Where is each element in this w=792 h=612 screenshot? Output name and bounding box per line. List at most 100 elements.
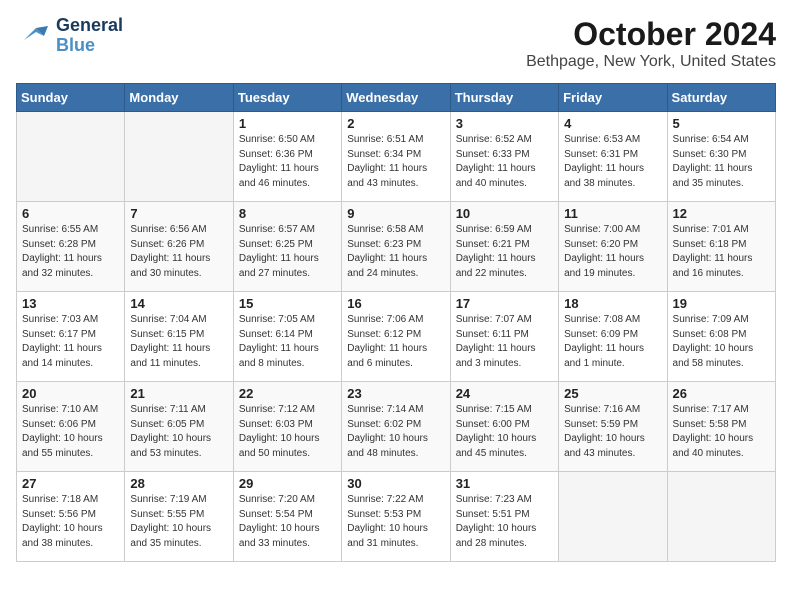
day-number: 11 — [564, 206, 661, 221]
logo: General Blue — [16, 16, 123, 56]
location-title: Bethpage, New York, United States — [526, 53, 776, 71]
day-number: 9 — [347, 206, 444, 221]
logo-icon — [16, 18, 52, 54]
calendar-day-cell: 30 Sunrise: 7:22 AM Sunset: 5:53 PM Dayli… — [342, 472, 450, 562]
day-info: Sunrise: 6:59 AM Sunset: 6:21 PM Dayligh… — [456, 223, 553, 281]
calendar-week-row: 1 Sunrise: 6:50 AM Sunset: 6:36 PM Daylig… — [17, 112, 776, 202]
month-title: October 2024 — [526, 16, 776, 53]
day-info: Sunrise: 7:23 AM Sunset: 5:51 PM Dayligh… — [456, 493, 553, 551]
calendar-week-row: 27 Sunrise: 7:18 AM Sunset: 5:56 PM Dayli… — [17, 472, 776, 562]
day-number: 6 — [22, 206, 119, 221]
calendar-day-cell: 5 Sunrise: 6:54 AM Sunset: 6:30 PM Daylig… — [667, 112, 775, 202]
day-number: 19 — [673, 296, 770, 311]
day-number: 4 — [564, 116, 661, 131]
day-number: 20 — [22, 386, 119, 401]
day-number: 5 — [673, 116, 770, 131]
weekday-header: Tuesday — [233, 84, 341, 112]
day-number: 24 — [456, 386, 553, 401]
weekday-header: Sunday — [17, 84, 125, 112]
day-info: Sunrise: 7:19 AM Sunset: 5:55 PM Dayligh… — [130, 493, 227, 551]
day-number: 27 — [22, 476, 119, 491]
weekday-header: Wednesday — [342, 84, 450, 112]
calendar-week-row: 6 Sunrise: 6:55 AM Sunset: 6:28 PM Daylig… — [17, 202, 776, 292]
day-info: Sunrise: 7:03 AM Sunset: 6:17 PM Dayligh… — [22, 313, 119, 371]
calendar-day-cell: 21 Sunrise: 7:11 AM Sunset: 6:05 PM Dayli… — [125, 382, 233, 472]
calendar-day-cell: 14Sunrise: 7:04 AM Sunset: 6:15 PM Dayli… — [125, 292, 233, 382]
day-number: 8 — [239, 206, 336, 221]
calendar-day-cell: 26 Sunrise: 7:17 AM Sunset: 5:58 PM Dayli… — [667, 382, 775, 472]
calendar-day-cell: 15Sunrise: 7:05 AM Sunset: 6:14 PM Dayli… — [233, 292, 341, 382]
day-number: 1 — [239, 116, 336, 131]
day-number: 30 — [347, 476, 444, 491]
calendar-day-cell: 11Sunrise: 7:00 AM Sunset: 6:20 PM Dayli… — [559, 202, 667, 292]
weekday-header: Thursday — [450, 84, 558, 112]
day-info: Sunrise: 7:18 AM Sunset: 5:56 PM Dayligh… — [22, 493, 119, 551]
day-number: 17 — [456, 296, 553, 311]
day-info: Sunrise: 7:05 AM Sunset: 6:14 PM Dayligh… — [239, 313, 336, 371]
calendar-day-cell: 4 Sunrise: 6:53 AM Sunset: 6:31 PM Daylig… — [559, 112, 667, 202]
calendar-day-cell: 13Sunrise: 7:03 AM Sunset: 6:17 PM Dayli… — [17, 292, 125, 382]
day-number: 31 — [456, 476, 553, 491]
day-number: 22 — [239, 386, 336, 401]
weekday-header: Monday — [125, 84, 233, 112]
day-info: Sunrise: 7:12 AM Sunset: 6:03 PM Dayligh… — [239, 403, 336, 461]
day-info: Sunrise: 6:58 AM Sunset: 6:23 PM Dayligh… — [347, 223, 444, 281]
calendar-day-cell — [559, 472, 667, 562]
day-number: 7 — [130, 206, 227, 221]
day-number: 28 — [130, 476, 227, 491]
day-number: 10 — [456, 206, 553, 221]
calendar-day-cell: 31 Sunrise: 7:23 AM Sunset: 5:51 PM Dayli… — [450, 472, 558, 562]
calendar-day-cell: 2 Sunrise: 6:51 AM Sunset: 6:34 PM Daylig… — [342, 112, 450, 202]
calendar-header-row: SundayMondayTuesdayWednesdayThursdayFrid… — [17, 84, 776, 112]
logo-text: General Blue — [56, 16, 123, 56]
day-info: Sunrise: 7:07 AM Sunset: 6:11 PM Dayligh… — [456, 313, 553, 371]
weekday-header: Saturday — [667, 84, 775, 112]
calendar-day-cell: 17 Sunrise: 7:07 AM Sunset: 6:11 PM Dayli… — [450, 292, 558, 382]
calendar-day-cell: 23 Sunrise: 7:14 AM Sunset: 6:02 PM Dayli… — [342, 382, 450, 472]
calendar-day-cell: 19Sunrise: 7:09 AM Sunset: 6:08 PM Dayli… — [667, 292, 775, 382]
day-number: 23 — [347, 386, 444, 401]
calendar-day-cell: 20Sunrise: 7:10 AM Sunset: 6:06 PM Dayli… — [17, 382, 125, 472]
calendar-day-cell: 10 Sunrise: 6:59 AM Sunset: 6:21 PM Dayli… — [450, 202, 558, 292]
page-header: General Blue October 2024 Bethpage, New … — [16, 16, 776, 71]
calendar-day-cell: 18Sunrise: 7:08 AM Sunset: 6:09 PM Dayli… — [559, 292, 667, 382]
calendar-day-cell: 22 Sunrise: 7:12 AM Sunset: 6:03 PM Dayli… — [233, 382, 341, 472]
calendar-day-cell — [125, 112, 233, 202]
day-info: Sunrise: 6:53 AM Sunset: 6:31 PM Dayligh… — [564, 133, 661, 191]
calendar-day-cell: 16 Sunrise: 7:06 AM Sunset: 6:12 PM Dayli… — [342, 292, 450, 382]
calendar-day-cell: 7 Sunrise: 6:56 AM Sunset: 6:26 PM Daylig… — [125, 202, 233, 292]
day-number: 3 — [456, 116, 553, 131]
day-number: 16 — [347, 296, 444, 311]
calendar-table: SundayMondayTuesdayWednesdayThursdayFrid… — [16, 83, 776, 562]
day-info: Sunrise: 6:51 AM Sunset: 6:34 PM Dayligh… — [347, 133, 444, 191]
calendar-week-row: 20Sunrise: 7:10 AM Sunset: 6:06 PM Dayli… — [17, 382, 776, 472]
day-info: Sunrise: 6:54 AM Sunset: 6:30 PM Dayligh… — [673, 133, 770, 191]
day-info: Sunrise: 7:14 AM Sunset: 6:02 PM Dayligh… — [347, 403, 444, 461]
day-number: 2 — [347, 116, 444, 131]
day-info: Sunrise: 7:16 AM Sunset: 5:59 PM Dayligh… — [564, 403, 661, 461]
weekday-header: Friday — [559, 84, 667, 112]
day-number: 29 — [239, 476, 336, 491]
day-number: 25 — [564, 386, 661, 401]
calendar-day-cell: 24Sunrise: 7:15 AM Sunset: 6:00 PM Dayli… — [450, 382, 558, 472]
day-info: Sunrise: 7:06 AM Sunset: 6:12 PM Dayligh… — [347, 313, 444, 371]
day-info: Sunrise: 6:55 AM Sunset: 6:28 PM Dayligh… — [22, 223, 119, 281]
calendar-day-cell: 29Sunrise: 7:20 AM Sunset: 5:54 PM Dayli… — [233, 472, 341, 562]
calendar-day-cell: 1 Sunrise: 6:50 AM Sunset: 6:36 PM Daylig… — [233, 112, 341, 202]
day-info: Sunrise: 7:22 AM Sunset: 5:53 PM Dayligh… — [347, 493, 444, 551]
day-info: Sunrise: 7:17 AM Sunset: 5:58 PM Dayligh… — [673, 403, 770, 461]
calendar-day-cell — [17, 112, 125, 202]
day-number: 26 — [673, 386, 770, 401]
calendar-day-cell: 28 Sunrise: 7:19 AM Sunset: 5:55 PM Dayli… — [125, 472, 233, 562]
day-info: Sunrise: 6:50 AM Sunset: 6:36 PM Dayligh… — [239, 133, 336, 191]
day-info: Sunrise: 7:11 AM Sunset: 6:05 PM Dayligh… — [130, 403, 227, 461]
day-info: Sunrise: 7:01 AM Sunset: 6:18 PM Dayligh… — [673, 223, 770, 281]
calendar-day-cell: 3Sunrise: 6:52 AM Sunset: 6:33 PM Daylig… — [450, 112, 558, 202]
day-number: 14 — [130, 296, 227, 311]
calendar-day-cell: 12Sunrise: 7:01 AM Sunset: 6:18 PM Dayli… — [667, 202, 775, 292]
calendar-day-cell: 6 Sunrise: 6:55 AM Sunset: 6:28 PM Daylig… — [17, 202, 125, 292]
day-info: Sunrise: 6:56 AM Sunset: 6:26 PM Dayligh… — [130, 223, 227, 281]
day-info: Sunrise: 7:08 AM Sunset: 6:09 PM Dayligh… — [564, 313, 661, 371]
day-number: 21 — [130, 386, 227, 401]
calendar-day-cell: 25 Sunrise: 7:16 AM Sunset: 5:59 PM Dayli… — [559, 382, 667, 472]
